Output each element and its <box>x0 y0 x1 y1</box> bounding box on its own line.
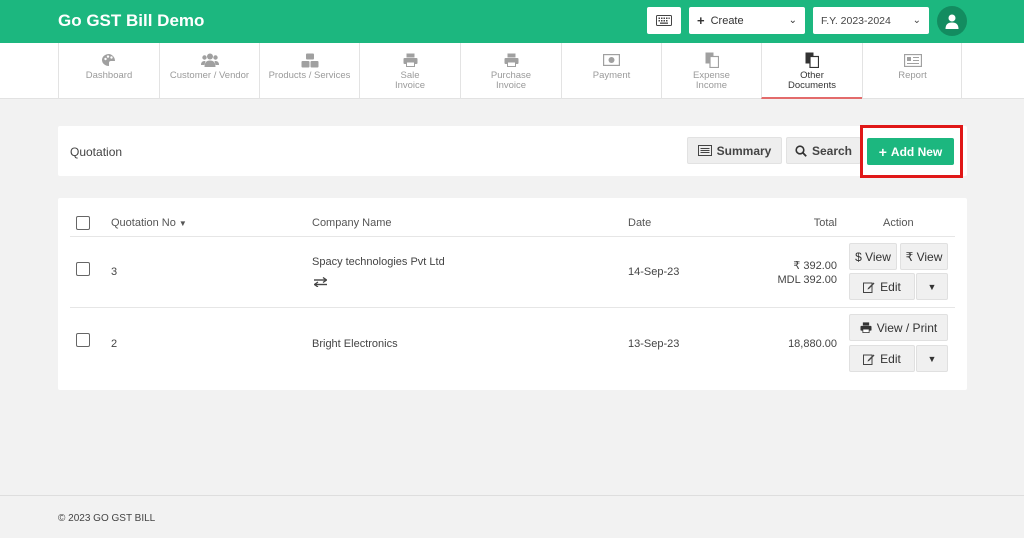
view-print-button[interactable]: View / Print <box>849 314 948 341</box>
row-checkbox[interactable] <box>76 262 90 276</box>
more-actions-button[interactable]: ▼ <box>916 273 948 300</box>
highlight-box <box>860 125 963 178</box>
summary-label: Summary <box>716 143 772 158</box>
plus-icon: + <box>697 13 705 28</box>
company-name: Spacy technologies Pvt Ltd <box>312 256 445 268</box>
caret-down-icon: ▼ <box>927 353 937 364</box>
nav-label: Customer / Vendor <box>169 70 250 81</box>
nav-label: Other Documents <box>787 70 837 91</box>
quotation-date: 14-Sep-23 <box>628 266 680 278</box>
toolbar-card: Quotation Summary Search + Add New <box>58 126 967 176</box>
create-label: Create <box>710 14 744 27</box>
more-actions-button[interactable]: ▼ <box>916 345 948 372</box>
search-icon <box>795 144 807 157</box>
nav-label: Report <box>898 70 927 81</box>
keyboard-icon <box>656 15 672 26</box>
quotation-no: 3 <box>111 266 118 278</box>
users-icon <box>200 53 219 67</box>
app-title: Go GST Bill Demo <box>58 11 205 30</box>
main-nav: Dashboard Customer / Vendor Products / S… <box>0 43 1024 99</box>
row-divider <box>70 236 955 237</box>
total-amount: 18,880.00 <box>788 338 837 350</box>
nav-label: Purchase Invoice <box>490 70 532 91</box>
fiscal-year-label: F.Y. 2023-2024 <box>821 14 891 27</box>
keyboard-shortcuts-button[interactable] <box>647 7 681 34</box>
nav-item-other-documents[interactable]: Other Documents <box>761 43 862 99</box>
nav-item-customer-vendor[interactable]: Customer / Vendor <box>159 43 259 99</box>
search-label: Search <box>811 143 853 158</box>
header-quotation-no[interactable]: Quotation No ▼ <box>111 217 187 229</box>
edit-button[interactable]: Edit <box>849 273 915 300</box>
nav-divider <box>961 43 962 99</box>
report-icon <box>903 53 922 67</box>
header-action: Action <box>883 217 914 229</box>
cubes-icon <box>301 53 318 67</box>
total-mdl: MDL 392.00 <box>777 274 837 286</box>
nav-item-payment[interactable]: Payment <box>561 43 661 99</box>
quotation-table: Quotation No ▼ Company Name Date Total A… <box>58 198 967 390</box>
top-bar: Go GST Bill Demo + Create ⌄ F.Y. 2023-20… <box>0 0 1024 43</box>
chevron-down-icon: ⌄ <box>912 15 921 26</box>
money-icon <box>603 54 620 66</box>
view-print-label: View / Print <box>876 320 938 335</box>
nav-item-products-services[interactable]: Products / Services <box>259 43 359 99</box>
edit-label: Edit <box>880 279 901 294</box>
palette-icon <box>102 54 116 66</box>
printer-icon <box>403 53 417 67</box>
nav-label: Expense Income <box>693 70 730 91</box>
select-all-checkbox[interactable] <box>76 216 90 230</box>
exchange-icon <box>314 277 327 287</box>
nav-item-dashboard[interactable]: Dashboard <box>58 43 159 99</box>
summary-button[interactable]: Summary <box>687 137 782 164</box>
user-icon <box>945 14 959 29</box>
edit-icon <box>863 282 875 293</box>
header-company-name: Company Name <box>312 217 392 229</box>
edit-icon <box>863 354 875 365</box>
search-button[interactable]: Search <box>786 137 861 164</box>
caret-down-icon: ▼ <box>927 281 937 292</box>
header-label: Quotation No <box>111 217 176 229</box>
nav-label: Products / Services <box>268 70 351 81</box>
dollar-view-button[interactable]: $ View <box>849 243 897 270</box>
header-total: Total <box>813 217 837 229</box>
footer: © 2023 GO GST BILL <box>0 495 1024 538</box>
nav-item-sale-invoice[interactable]: Sale Invoice <box>359 43 460 99</box>
fiscal-year-select[interactable]: F.Y. 2023-2024 ⌄ <box>813 7 929 34</box>
row-divider <box>70 307 955 308</box>
quotation-no: 2 <box>111 338 118 350</box>
printer-icon <box>504 53 518 67</box>
printer-icon <box>860 322 872 333</box>
copyright-text: © 2023 GO GST BILL <box>58 513 156 524</box>
rupee-view-button[interactable]: ₹ View <box>900 243 948 270</box>
copy-icon <box>705 52 719 68</box>
header-date: Date <box>628 217 652 229</box>
nav-label: Dashboard <box>85 70 133 81</box>
edit-label: Edit <box>880 351 901 366</box>
nav-item-expense-income[interactable]: Expense Income <box>661 43 761 99</box>
list-icon <box>697 145 712 156</box>
company-name: Bright Electronics <box>312 338 398 350</box>
nav-item-purchase-invoice[interactable]: Purchase Invoice <box>460 43 561 99</box>
quotation-date: 13-Sep-23 <box>628 338 680 350</box>
total-inr: ₹ 392.00 <box>793 260 837 272</box>
page-title: Quotation <box>70 145 123 159</box>
nav-item-report[interactable]: Report <box>862 43 962 99</box>
row-checkbox[interactable] <box>76 333 90 347</box>
chevron-down-icon: ⌄ <box>788 15 797 26</box>
create-dropdown[interactable]: + Create ⌄ <box>689 7 805 34</box>
nav-label: Sale Invoice <box>394 70 426 91</box>
edit-button[interactable]: Edit <box>849 345 915 372</box>
sort-desc-icon: ▼ <box>178 219 187 228</box>
copy-icon <box>805 52 819 68</box>
user-avatar[interactable] <box>937 6 967 36</box>
nav-label: Payment <box>592 70 631 81</box>
